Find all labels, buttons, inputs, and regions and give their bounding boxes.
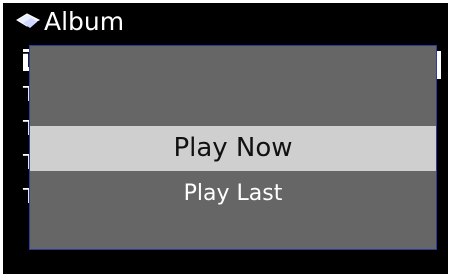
play-last-option[interactable]: Play Last (30, 176, 436, 212)
device-screen: Album T T T T T Play Now Play Last (3, 3, 448, 274)
page-title: Album (44, 7, 125, 36)
play-options-popup: Play Now Play Last (29, 45, 437, 250)
play-now-option[interactable]: Play Now (30, 126, 436, 171)
title-bar: Album (13, 5, 124, 39)
music-note-icon (13, 8, 43, 36)
